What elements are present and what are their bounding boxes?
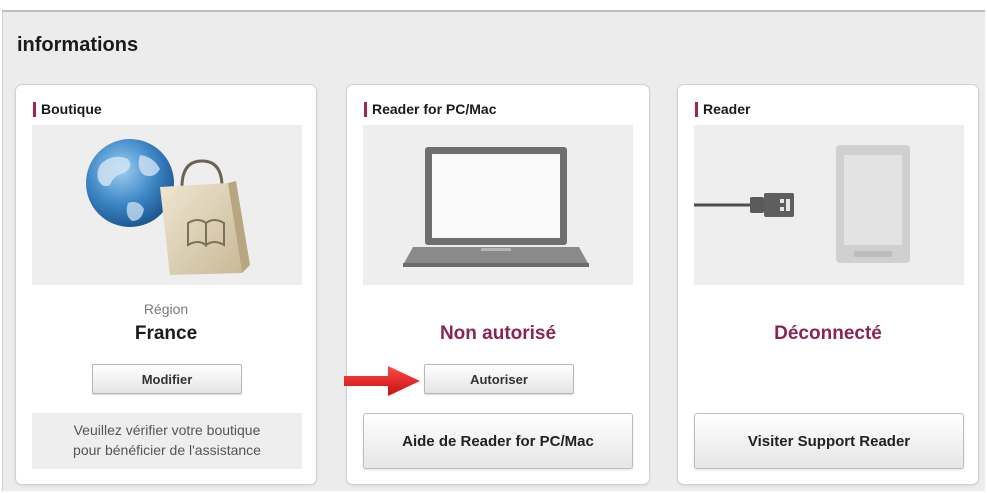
reader-status: Déconnecté: [774, 323, 882, 344]
section-title: informations: [17, 34, 139, 56]
boutique-note-line2: pour bénéficier de l'assistance: [73, 442, 261, 458]
boutique-illustration: [32, 125, 302, 285]
reader-pc-status: Non autorisé: [439, 323, 557, 344]
reader-pc-card: Reader for PC/Mac Non autorisé Autoriser…: [346, 84, 650, 485]
laptop-icon: [403, 147, 589, 267]
authorize-button[interactable]: Autoriser: [424, 364, 574, 394]
reader-card-title: Reader: [695, 101, 750, 117]
boutique-card-title: Boutique: [33, 101, 102, 117]
boutique-note: Veuillez vérifier votre boutique pour bé…: [32, 413, 302, 469]
usb-reader-device-icon: [694, 145, 910, 263]
reader-pc-illustration: [363, 125, 633, 285]
region-value: France: [134, 323, 198, 344]
reader-pc-help-button[interactable]: Aide de Reader for PC/Mac: [363, 413, 633, 469]
modify-button[interactable]: Modifier: [92, 364, 242, 394]
region-label: Région: [143, 301, 189, 317]
reader-illustration: [694, 125, 964, 285]
arrow-right-icon: [344, 366, 420, 396]
boutique-card: Boutique Région France Modifier Veuillez…: [15, 84, 317, 485]
reader-card: Reader Déconnecté Visiter Support Reader: [677, 84, 979, 485]
globe-shopping-bag-icon: [86, 139, 250, 275]
reader-support-button[interactable]: Visiter Support Reader: [694, 413, 964, 469]
boutique-note-line1: Veuillez vérifier votre boutique: [73, 422, 261, 438]
reader-pc-card-title: Reader for PC/Mac: [364, 101, 496, 117]
